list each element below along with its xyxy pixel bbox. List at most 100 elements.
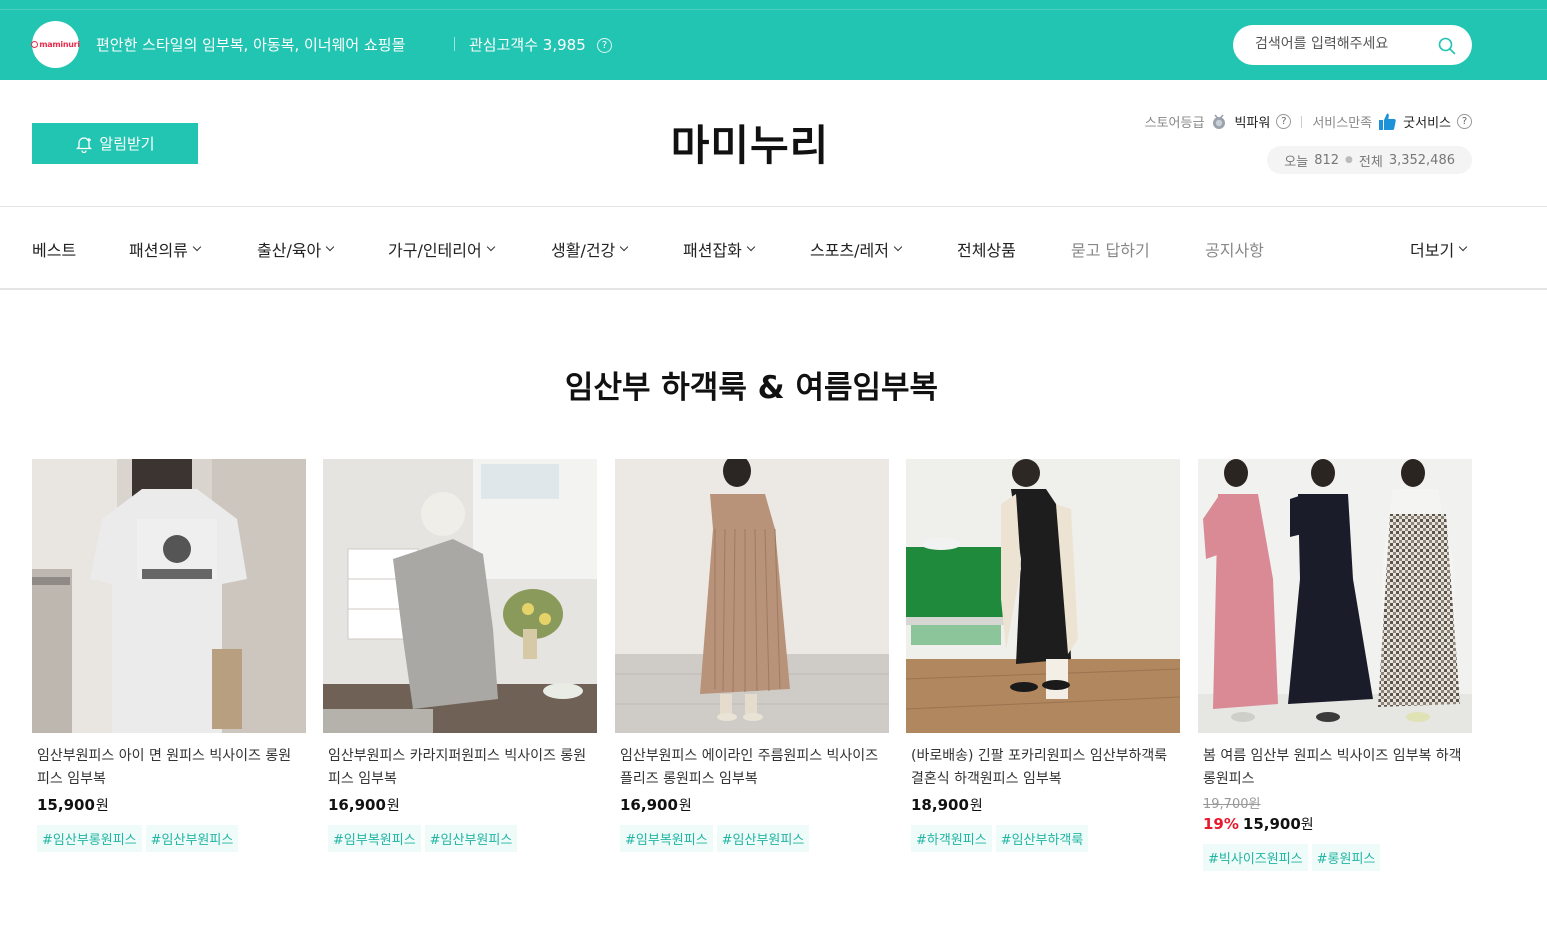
nav-item-label: 패션잡화 — [683, 241, 742, 260]
product-tags: #임산부롱원피스 #임산부원피스 — [32, 825, 306, 852]
product-photo — [1198, 459, 1472, 733]
store-logo[interactable]: maminuri — [31, 21, 80, 68]
nav-item-furniture[interactable]: 가구/인테리어 — [388, 237, 495, 261]
product-photo — [906, 459, 1180, 733]
section-title: 임산부 하객룩 & 여름임부복 — [564, 370, 939, 406]
divider — [454, 37, 455, 51]
dot-separator: ● — [1345, 155, 1353, 165]
price-unit: 원 — [678, 798, 692, 814]
store-grade: 스토어등급 빅파워 ? 서비스만족 굿서비스 ? — [1145, 112, 1472, 131]
nav-item-fashion-clothing[interactable]: 패션의류 — [129, 237, 202, 261]
product-image[interactable] — [906, 459, 1180, 733]
today-count: 812 — [1314, 152, 1340, 168]
help-icon[interactable]: ? — [1276, 114, 1292, 129]
tag[interactable]: #임부복원피스 — [328, 825, 421, 852]
product-name[interactable]: 봄 여름 임산부 원피스 빅사이즈 임부복 하객 롱원피스 — [1198, 745, 1472, 791]
nav-item-sports[interactable]: 스포츠/레저 — [810, 237, 903, 261]
product-photo — [32, 459, 306, 733]
price-unit: 원 — [1300, 817, 1314, 833]
nav-item-label: 패션의류 — [129, 241, 188, 260]
price-unit: 원 — [95, 798, 109, 814]
product-tags: #빅사이즈원피스 #롱원피스 — [1198, 844, 1472, 871]
tag[interactable]: #임산부원피스 — [424, 825, 518, 852]
chevron-down-icon — [1458, 242, 1468, 252]
product-name[interactable]: (바로배송) 긴팔 포카리원피스 임산부하객룩 결혼식 하객원피스 임부복 — [906, 745, 1180, 791]
price-value: 15,900 — [37, 796, 95, 814]
visitor-count: 오늘 812 ● 전체 3,352,486 — [1267, 146, 1472, 174]
service-value: 굿서비스 — [1403, 116, 1451, 131]
nav-item-qna[interactable]: 묻고 답하기 — [1071, 237, 1150, 261]
tag[interactable]: #임산부원피스 — [716, 825, 810, 852]
nav-item-label: 생활/건강 — [551, 241, 616, 260]
search-box — [1233, 25, 1472, 65]
total-count: 3,352,486 — [1388, 152, 1455, 168]
today-label: 오늘 — [1284, 154, 1309, 170]
help-icon[interactable]: ? — [1457, 114, 1472, 129]
nav-item-label: 스포츠/레저 — [810, 241, 889, 260]
product-card[interactable]: 임산부원피스 에이라인 주름원피스 빅사이즈 플리즈 롱원피스 임부복 16,9… — [615, 459, 889, 852]
divider — [0, 288, 1547, 290]
product-name[interactable]: 임산부원피스 에이라인 주름원피스 빅사이즈 플리즈 롱원피스 임부복 — [615, 745, 889, 791]
tag[interactable]: #임산부롱원피스 — [37, 825, 142, 852]
nav-item-label: 베스트 — [32, 241, 77, 260]
product-image[interactable] — [615, 459, 889, 733]
chevron-down-icon — [893, 242, 903, 252]
chevron-down-icon — [192, 242, 202, 252]
alarm-button[interactable]: 알림받기 — [32, 123, 198, 164]
search-icon[interactable] — [1438, 37, 1456, 55]
product-name[interactable]: 임산부원피스 카라지퍼원피스 빅사이즈 롱원피스 임부복 — [323, 745, 597, 791]
product-photo — [615, 459, 889, 733]
product-card[interactable]: (바로배송) 긴팔 포카리원피스 임산부하객룩 결혼식 하객원피스 임부복 18… — [906, 459, 1180, 852]
thumbs-up-icon — [1379, 113, 1396, 130]
logo-dot-icon — [31, 41, 39, 48]
product-price: 15,900원 — [32, 795, 306, 815]
tag[interactable]: #임산부하객룩 — [995, 825, 1089, 852]
tag[interactable]: #빅사이즈원피스 — [1203, 844, 1308, 871]
nav-item-best[interactable]: 베스트 — [32, 237, 76, 261]
tag[interactable]: #롱원피스 — [1311, 844, 1381, 871]
price-unit: 원 — [386, 798, 400, 814]
product-price: 16,900원 — [615, 795, 889, 815]
bell-plus-icon — [76, 136, 93, 153]
interest-count: 3,985 — [542, 36, 586, 54]
nav-item-more[interactable]: 더보기 — [1410, 237, 1468, 261]
interest-customers: 관심고객수 3,985 — [469, 34, 586, 55]
nav-item-label: 더보기 — [1410, 241, 1455, 260]
nav-item-fashion-goods[interactable]: 패션잡화 — [683, 237, 756, 261]
product-price: 18,900원 — [906, 795, 1180, 815]
price-value: 18,900 — [911, 796, 969, 814]
nav-item-label: 출산/육아 — [257, 241, 322, 260]
store-name[interactable]: 마미누리 — [600, 112, 900, 173]
product-photo — [323, 459, 597, 733]
sale-price: 19% 15,900원 — [1198, 814, 1472, 834]
nav-item-maternity[interactable]: 출산/육아 — [257, 237, 335, 261]
divider — [0, 9, 1547, 10]
nav-item-notice[interactable]: 공지사항 — [1205, 237, 1264, 261]
product-image[interactable] — [323, 459, 597, 733]
top-bar: maminuri 편안한 스타일의 임부복, 아동복, 이너웨어 쇼핑몰 관심고… — [0, 0, 1547, 80]
nav-item-label: 묻고 답하기 — [1071, 241, 1150, 260]
product-card[interactable]: 임산부원피스 아이 면 원피스 빅사이즈 롱원피스 임부복 15,900원 #임… — [32, 459, 306, 852]
product-card[interactable]: 임산부원피스 카라지퍼원피스 빅사이즈 롱원피스 임부복 16,900원 #임부… — [323, 459, 597, 852]
product-name[interactable]: 임산부원피스 아이 면 원피스 빅사이즈 롱원피스 임부복 — [32, 745, 306, 791]
discount-rate: 19% — [1203, 815, 1239, 833]
product-image[interactable] — [32, 459, 306, 733]
logo-mark: maminuri — [31, 40, 80, 49]
service-label: 서비스만족 — [1312, 116, 1373, 131]
chevron-down-icon — [486, 242, 495, 252]
price-unit: 원 — [969, 798, 983, 814]
search-input[interactable] — [1255, 34, 1435, 54]
chevron-down-icon — [620, 242, 629, 252]
nav-item-all-products[interactable]: 전체상품 — [957, 237, 1016, 261]
price-value: 16,900 — [328, 796, 386, 814]
tag[interactable]: #임산부원피스 — [145, 825, 239, 852]
tag[interactable]: #하객원피스 — [911, 825, 992, 852]
divider — [0, 206, 1547, 207]
product-card[interactable]: 봄 여름 임산부 원피스 빅사이즈 임부복 하객 롱원피스 19,700원 19… — [1198, 459, 1472, 871]
tag[interactable]: #임부복원피스 — [620, 825, 713, 852]
total-label: 전체 — [1358, 154, 1383, 170]
nav-item-label: 공지사항 — [1205, 241, 1264, 260]
nav-item-living-health[interactable]: 생활/건강 — [551, 237, 629, 261]
product-image[interactable] — [1198, 459, 1472, 733]
help-icon[interactable]: ? — [597, 38, 612, 53]
